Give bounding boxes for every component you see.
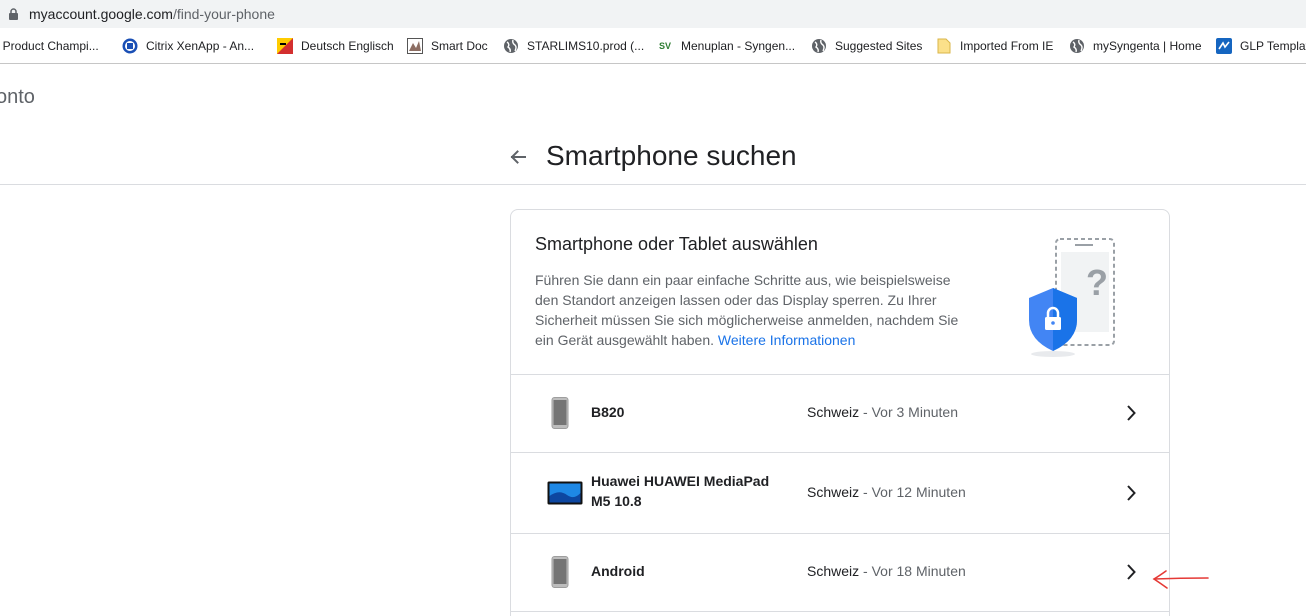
bookmark-suggested-sites[interactable]: Suggested Sites [811,37,922,55]
card-description: Führen Sie dann ein paar einfache Schrit… [535,270,975,350]
annotation-arrow-icon [1152,570,1209,589]
chevron-right-icon[interactable] [1121,562,1141,582]
bookmark-menuplan[interactable]: SV Menuplan - Syngen... [657,37,795,55]
sv-icon: SV [658,41,671,51]
device-status: Schweiz - Vor 18 Minuten [807,563,966,579]
device-row-huawei-mediapad[interactable]: Huawei HUAWEI MediaPad M5 10.8 Schweiz -… [511,452,1169,533]
glp-icon [1216,38,1232,54]
device-location: Schweiz [807,404,860,420]
smartphone-icon [551,556,569,588]
device-location: Schweiz [807,563,860,579]
tablet-icon [547,481,583,505]
bookmark-deutsch-englisch[interactable]: Deutsch Englisch [277,37,394,55]
device-name: B820 [591,404,625,420]
bookmark-label: I Product Champi... [0,39,99,53]
chevron-right-icon[interactable] [1121,403,1141,423]
globe-icon [1069,38,1085,54]
bookmark-glp-template[interactable]: GLP Templat [1216,37,1306,55]
learn-more-link[interactable]: Weitere Informationen [718,332,855,348]
status-separator: - [859,484,872,500]
url-text[interactable]: myaccount.google.com/find-your-phone [29,6,275,22]
phone-security-illustration: ? [1029,238,1115,357]
device-status: Schweiz - Vor 3 Minuten [807,404,958,420]
globe-icon [503,38,519,54]
bookmark-label: STARLIMS10.prod (... [527,39,645,53]
arrow-back-icon [510,150,526,164]
status-separator: - [859,563,872,579]
bookmark-product-champion[interactable]: I Product Champi... [0,37,99,55]
dictionary-icon [277,38,293,54]
globe-icon [811,38,827,54]
bookmark-label: Citrix XenApp - An... [146,39,255,53]
folder-icon [936,38,952,54]
device-location: Schweiz [807,484,860,500]
account-title[interactable]: onto [0,86,35,109]
bookmark-label: mySyngenta | Home [1093,39,1202,53]
bookmark-starlims[interactable]: STARLIMS10.prod (... [503,37,644,55]
bookmark-label: Deutsch Englisch [301,39,394,53]
bookmark-smart-doc[interactable]: Smart Doc [407,37,488,55]
device-row-next[interactable] [511,611,1169,616]
url-path: /find-your-phone [172,6,275,22]
bookmark-imported-from-ie[interactable]: Imported From IE [936,37,1053,55]
smartdoc-icon [407,38,423,54]
device-last-seen: Vor 18 Minuten [871,563,966,579]
url-host: myaccount.google.com [29,6,173,22]
bookmark-label: Imported From IE [960,39,1054,53]
card-header: Smartphone oder Tablet auswählen Führen … [511,210,1169,375]
device-status: Schweiz - Vor 12 Minuten [807,484,966,500]
smartphone-icon [551,397,569,429]
device-last-seen: Vor 3 Minuten [871,404,958,420]
lock-icon [9,8,18,20]
device-name: Huawei HUAWEI MediaPad M5 10.8 [591,473,770,509]
card-title: Smartphone oder Tablet auswählen [535,234,818,254]
bookmark-citrix[interactable]: Citrix XenApp - An... [122,37,254,55]
page-title: Smartphone suchen [546,140,797,171]
bookmark-mysyngenta[interactable]: mySyngenta | Home [1069,37,1202,55]
bookmark-label: Suggested Sites [835,39,923,53]
question-mark-icon: ? [1086,262,1108,303]
device-row-b820[interactable]: B820 Schweiz - Vor 3 Minuten [511,374,1169,452]
device-row-android[interactable]: Android Schweiz - Vor 18 Minuten [511,533,1169,611]
citrix-icon [122,38,138,54]
bookmark-label: Menuplan - Syngen... [681,39,796,53]
status-separator: - [859,404,872,420]
title-divider [0,184,1306,185]
address-bar[interactable]: myaccount.google.com/find-your-phone [0,0,1306,28]
bookmark-label: GLP Templat [1240,39,1306,53]
device-last-seen: Vor 12 Minuten [871,484,966,500]
chevron-right-icon[interactable] [1121,483,1141,503]
bookmark-label: Smart Doc [431,39,488,53]
bookmarks-bar: I Product Champi... Citrix XenApp - An..… [0,28,1306,64]
device-select-card: Smartphone oder Tablet auswählen Führen … [510,209,1170,616]
device-name: Android [591,563,645,579]
back-button[interactable] [506,145,530,169]
